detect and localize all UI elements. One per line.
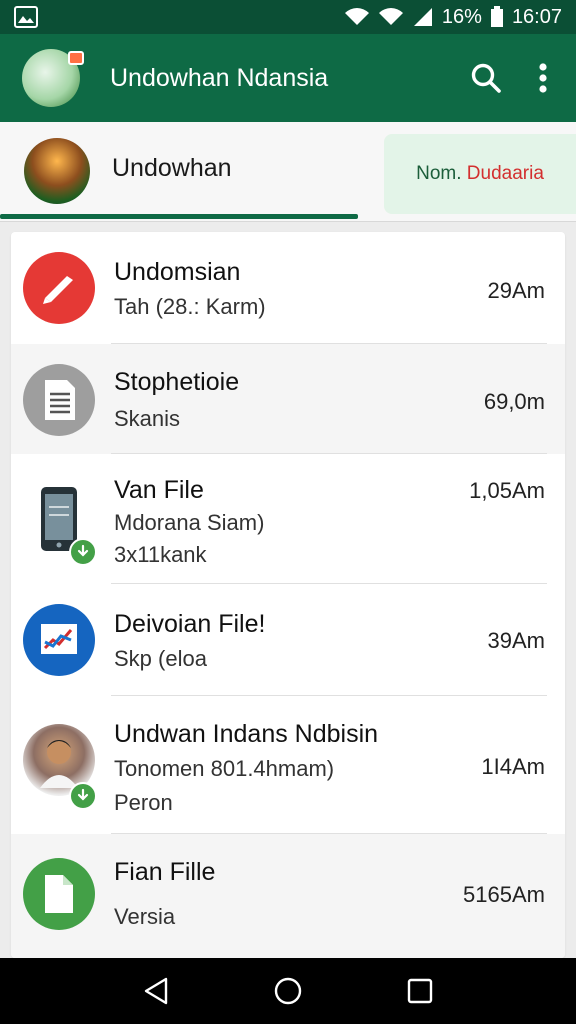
item-time: 29Am — [487, 278, 545, 303]
item-title: Fian Fille — [114, 858, 216, 886]
item-subtitle: Tah (28.: Karm) — [114, 294, 266, 319]
item-time: 69,0m — [483, 389, 545, 414]
download-badge-icon — [69, 782, 97, 810]
signal-icon — [412, 7, 434, 27]
status-time: 16:07 — [511, 5, 562, 28]
home-button[interactable] — [273, 976, 303, 1006]
item-subtitle: Versia — [114, 904, 176, 929]
file-list: Undomsian Tah (28.: Karm) 29Am Stophetio… — [11, 232, 565, 958]
account-name[interactable]: Undowhan — [112, 154, 232, 183]
battery-percent: 16% — [441, 5, 482, 28]
item-title: Deivoian File! — [114, 610, 266, 638]
list-item[interactable]: Fian Fille Versia 5165Am — [11, 834, 565, 958]
item-title: Stophetioie — [114, 368, 240, 396]
tab-label-part1: Nom. — [416, 163, 462, 184]
list-item[interactable]: Stophetioie Skanis 69,0m — [11, 344, 565, 454]
notification-badge — [68, 51, 84, 65]
recents-button[interactable] — [406, 977, 434, 1005]
back-button[interactable] — [142, 976, 170, 1006]
list-item[interactable]: Van File Mdorana Siam) 3x11kank 1,05Am — [11, 454, 565, 584]
pen-icon — [23, 252, 95, 324]
image-icon — [14, 6, 38, 28]
battery-icon — [490, 6, 504, 28]
file-icon — [23, 858, 95, 930]
system-nav-bar — [0, 958, 576, 1024]
item-subtitle: Mdorana Siam) — [114, 510, 265, 535]
item-subtitle: Skp (eloa — [114, 646, 207, 671]
back-icon — [144, 977, 167, 1005]
more-options-button[interactable] — [538, 62, 548, 94]
item-subtitle-2: 3x11kank — [114, 542, 207, 567]
item-subtitle: Tonomen 801.4hmam) — [114, 756, 335, 781]
item-title: Van File — [114, 476, 204, 504]
chart-icon — [23, 604, 95, 676]
tab-label-part2: Dudaaria — [466, 163, 544, 184]
list-item[interactable]: Undwan Indans Ndbisin Tonomen 801.4hmam)… — [11, 696, 565, 834]
item-time: 1I4Am — [481, 754, 545, 779]
status-bar: 16% 16:07 — [0, 0, 576, 34]
more-vert-icon — [539, 63, 547, 93]
recents-icon — [408, 978, 433, 1004]
app-title: Undowhan Ndansia — [110, 63, 329, 92]
search-icon — [471, 63, 501, 93]
document-icon — [23, 364, 95, 436]
item-subtitle: Skanis — [114, 406, 181, 431]
item-time: 39Am — [487, 628, 545, 653]
tab-secondary[interactable]: Nom. Dudaaria — [384, 134, 576, 214]
account-header: Undowhan Nom. Dudaaria — [0, 122, 576, 222]
wifi-icon — [344, 7, 370, 27]
item-subtitle-2: Peron — [114, 790, 173, 815]
app-bar: Undowhan Ndansia — [0, 34, 576, 122]
item-title: Undomsian — [114, 258, 241, 286]
tab-indicator — [0, 214, 358, 219]
list-item[interactable]: Undomsian Tah (28.: Karm) 29Am — [11, 232, 565, 344]
home-icon — [274, 977, 302, 1005]
wifi-icon — [378, 7, 404, 27]
search-button[interactable] — [470, 62, 502, 94]
app-logo — [22, 49, 84, 107]
account-avatar[interactable] — [24, 138, 90, 204]
item-time: 1,05Am — [469, 478, 545, 503]
item-time: 5165Am — [463, 882, 545, 907]
download-badge-icon — [69, 538, 97, 566]
list-item[interactable]: Deivoian File! Skp (eloa 39Am — [11, 584, 565, 696]
item-title: Undwan Indans Ndbisin — [114, 720, 379, 748]
